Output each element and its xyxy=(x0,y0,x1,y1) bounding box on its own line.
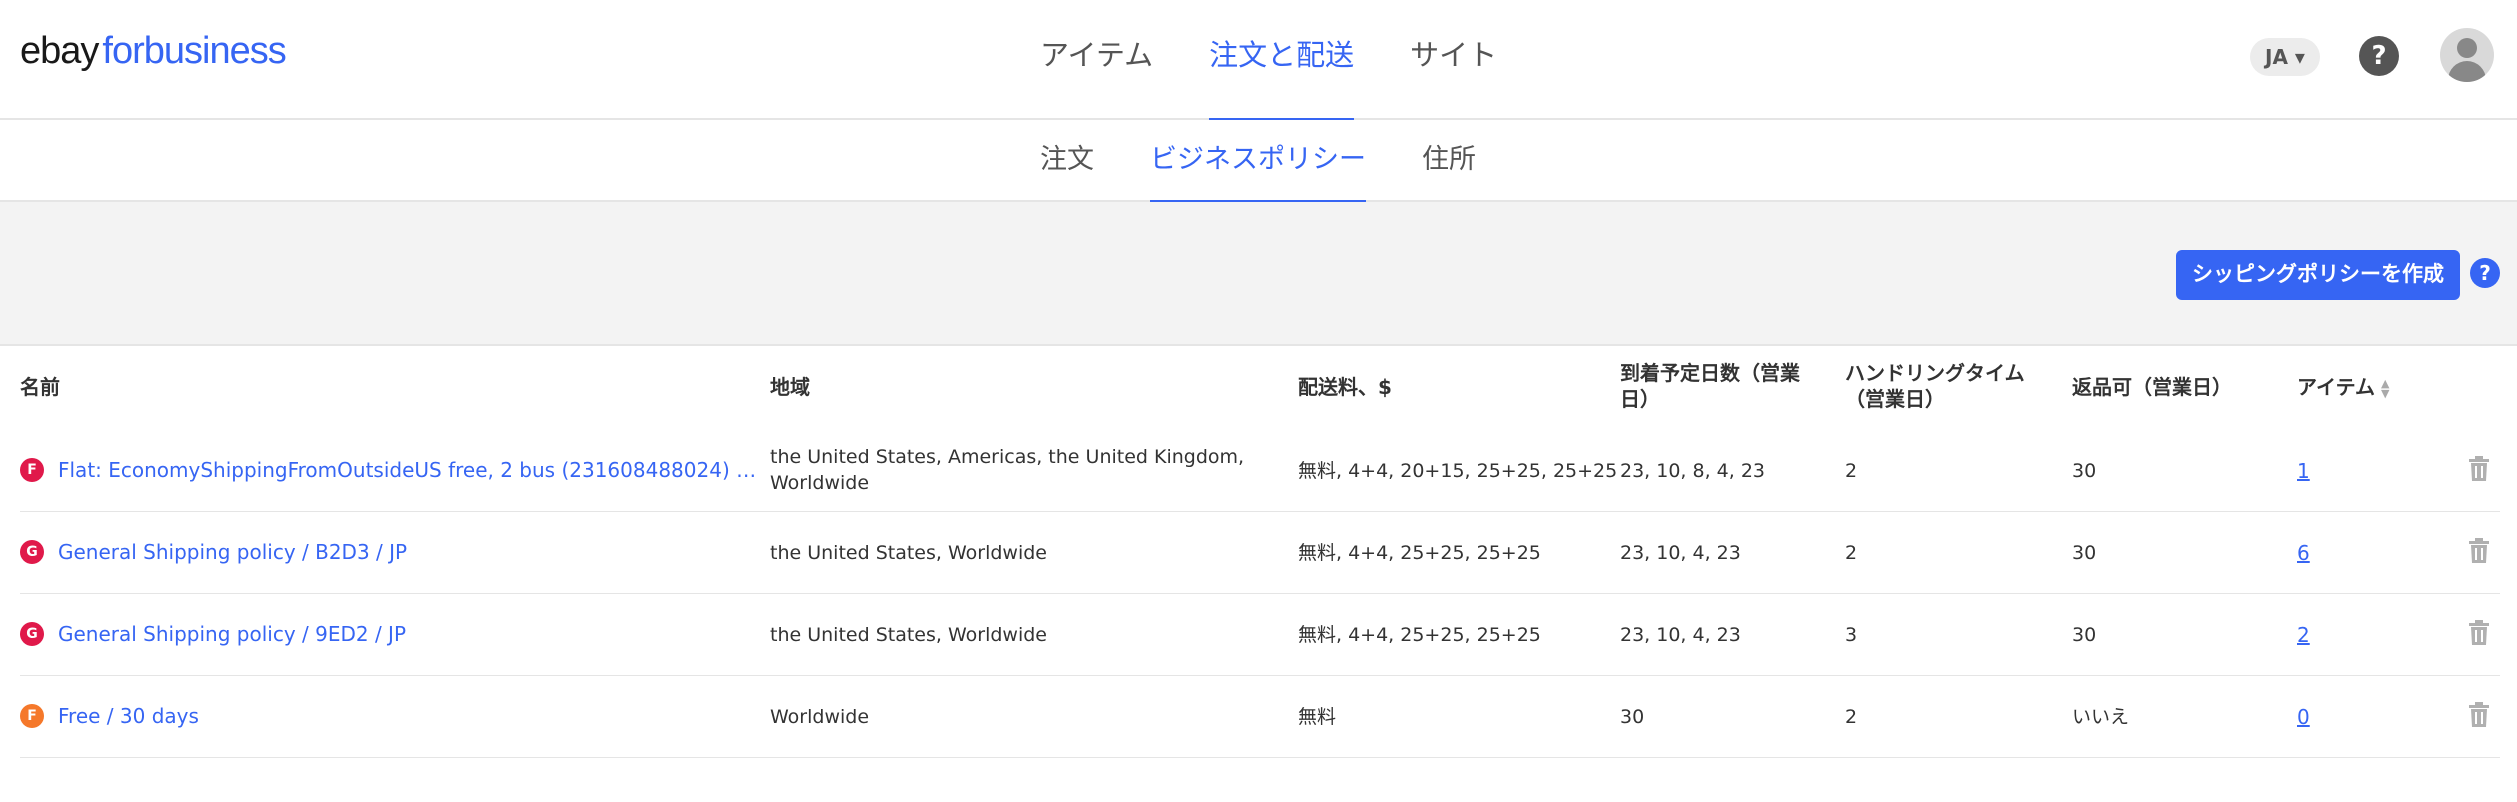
create-shipping-policy-button[interactable]: シッピングポリシーを作成 xyxy=(2176,250,2460,300)
handling-time-cell: 2 xyxy=(1845,460,1858,482)
region-cell: the United States, Worldwide xyxy=(770,624,1047,646)
item-count-link[interactable]: 1 xyxy=(2297,458,2310,484)
column-header-items[interactable]: アイテム ▲ ▼ xyxy=(2297,374,2389,400)
shipping-cost-cell: 無料, 4+4, 25+25, 25+25 xyxy=(1298,542,1541,564)
avatar-body-shape xyxy=(2448,61,2486,82)
language-selector[interactable]: JA ▾ xyxy=(2250,38,2320,76)
policy-name-cell: F Flat: EconomyShippingFromOutsideUS fre… xyxy=(20,458,758,482)
column-header-items-label: アイテム xyxy=(2297,375,2375,399)
item-count-link[interactable]: 6 xyxy=(2297,540,2310,566)
help-icon[interactable]: ? xyxy=(2470,258,2500,288)
region-line2: Worldwide xyxy=(770,472,870,494)
returns-cell: 30 xyxy=(2072,624,2097,646)
trash-icon[interactable] xyxy=(2468,702,2490,728)
action-band: シッピングポリシーを作成 ? xyxy=(0,202,2517,346)
logo-for-business-text: forbusiness xyxy=(102,30,286,72)
policy-name-cell: G General Shipping policy / 9ED2 / JP xyxy=(20,622,406,646)
handling-time-cell: 3 xyxy=(1845,624,1858,646)
policy-name-link[interactable]: Flat: EconomyShippingFromOutsideUS free,… xyxy=(58,458,758,482)
table-row: G General Shipping policy / B2D3 / JP th… xyxy=(20,512,2500,594)
help-icon[interactable]: ? xyxy=(2359,36,2399,76)
delivery-days-cell: 23, 10, 4, 23 xyxy=(1620,542,1741,564)
table-header-row: 名前 地域 配送料、$ 到着予定日数（営業 日） ハンドリングタイム （営業日）… xyxy=(0,346,2517,430)
trash-icon[interactable] xyxy=(2468,538,2490,564)
ebay-for-business-logo[interactable]: ebay forbusiness xyxy=(20,30,287,73)
table-row: F Flat: EconomyShippingFromOutsideUS fre… xyxy=(20,430,2500,512)
logo-ebay-text: ebay xyxy=(20,30,99,72)
tab-items[interactable]: アイテム xyxy=(1040,0,1153,120)
delivery-days-cell: 30 xyxy=(1620,706,1645,728)
delivery-days-cell: 23, 10, 8, 4, 23 xyxy=(1620,460,1766,482)
region-cell: the United States, Americas, the United … xyxy=(770,444,1244,496)
policy-name-link[interactable]: Free / 30 days xyxy=(58,704,199,728)
column-header-delivery-days-line1: 到着予定日数（営業 xyxy=(1620,361,1800,385)
tab-business-policies[interactable]: ビジネスポリシー xyxy=(1150,120,1366,204)
column-header-returns[interactable]: 返品可（営業日） xyxy=(2072,374,2232,400)
shipping-cost-cell: 無料, 4+4, 20+15, 25+25, 25+25 xyxy=(1298,460,1618,482)
column-header-region[interactable]: 地域 xyxy=(770,374,810,400)
returns-cell: 30 xyxy=(2072,542,2097,564)
policy-type-badge: F xyxy=(20,458,44,482)
sub-nav: 注文 ビジネスポリシー 住所 xyxy=(0,120,2517,204)
returns-cell: いいえ xyxy=(2072,706,2130,728)
delivery-days-cell: 23, 10, 4, 23 xyxy=(1620,624,1741,646)
column-header-delivery-days[interactable]: 到着予定日数（営業 日） xyxy=(1620,360,1800,412)
returns-cell: 30 xyxy=(2072,460,2097,482)
tab-addresses[interactable]: 住所 xyxy=(1422,120,1476,202)
policy-name-link[interactable]: General Shipping policy / 9ED2 / JP xyxy=(58,622,406,646)
policy-type-badge: G xyxy=(20,540,44,564)
policy-type-badge: F xyxy=(20,704,44,728)
column-header-name[interactable]: 名前 xyxy=(20,374,60,400)
avatar[interactable] xyxy=(2440,28,2494,82)
trash-icon[interactable] xyxy=(2468,620,2490,646)
region-line1: the United States, Americas, the United … xyxy=(770,446,1245,468)
shipping-cost-cell: 無料, 4+4, 25+25, 25+25 xyxy=(1298,624,1541,646)
tab-orders-shipping[interactable]: 注文と配送 xyxy=(1209,0,1355,122)
column-header-handling-time[interactable]: ハンドリングタイム （営業日） xyxy=(1845,360,2025,412)
item-count-link[interactable]: 0 xyxy=(2297,704,2310,730)
avatar-head-shape xyxy=(2457,38,2477,58)
shipping-cost-cell: 無料 xyxy=(1298,706,1337,728)
item-count-link[interactable]: 2 xyxy=(2297,622,2310,648)
policy-name-cell: G General Shipping policy / B2D3 / JP xyxy=(20,540,407,564)
trash-icon[interactable] xyxy=(2468,456,2490,482)
region-cell: the United States, Worldwide xyxy=(770,542,1047,564)
column-header-shipping-cost[interactable]: 配送料、$ xyxy=(1298,374,1392,400)
handling-time-cell: 2 xyxy=(1845,706,1858,728)
handling-time-cell: 2 xyxy=(1845,542,1858,564)
policy-type-badge: G xyxy=(20,622,44,646)
column-header-handling-line2: （営業日） xyxy=(1845,387,1945,411)
table-row: F Free / 30 days Worldwide 無料 30 2 いいえ 0 xyxy=(20,676,2500,758)
policy-name-cell: F Free / 30 days xyxy=(20,704,199,728)
table-row: G General Shipping policy / 9ED2 / JP th… xyxy=(20,594,2500,676)
column-header-handling-line1: ハンドリングタイム xyxy=(1845,361,2025,385)
top-nav: アイテム 注文と配送 サイト xyxy=(1040,0,1553,122)
region-cell: Worldwide xyxy=(770,706,870,728)
sort-icon[interactable]: ▲ ▼ xyxy=(2381,378,2389,399)
column-header-delivery-days-line2: 日） xyxy=(1620,387,1660,411)
tab-sites[interactable]: サイト xyxy=(1410,0,1497,120)
top-bar: ebay forbusiness アイテム 注文と配送 サイト JA ▾ ? xyxy=(0,0,2517,122)
policy-name-link[interactable]: General Shipping policy / B2D3 / JP xyxy=(58,540,407,564)
tab-orders[interactable]: 注文 xyxy=(1040,120,1094,202)
